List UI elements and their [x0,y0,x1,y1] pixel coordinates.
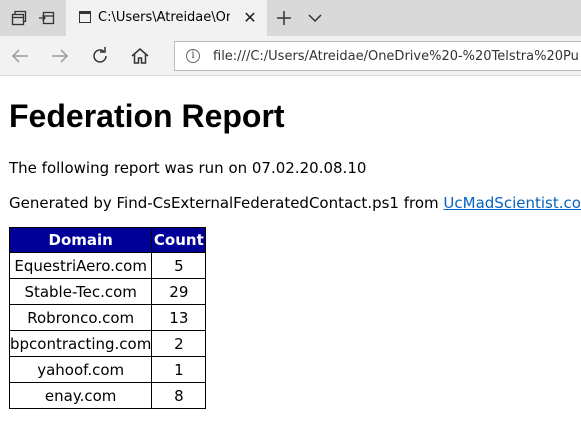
table-row: yahoof.com 1 [8,356,207,383]
address-url[interactable]: file:///C:/Users/Atreidae/OneDrive%20-%2… [213,48,579,66]
generated-by-text: Generated by Find-CsExternalFederatedCon… [9,193,581,213]
home-icon[interactable] [128,44,152,68]
table-row: enay.com 8 [8,382,207,409]
table-row: Stable-Tec.com 29 [8,278,207,305]
count-cell: 8 [151,382,207,409]
domain-cell: yahoof.com [8,356,153,383]
count-cell: 29 [151,278,207,305]
count-cell: 5 [151,252,207,279]
count-cell: 2 [151,330,207,357]
table-row: Robronco.com 13 [8,304,207,331]
count-cell: 1 [151,356,207,383]
active-tab[interactable]: C:\Users\Atreidae\OneDrive - Telstra Pur… [66,0,267,36]
tab-preview-icon[interactable] [10,9,28,27]
table-row: bpcontracting.com 2 [8,330,207,357]
domain-cell: bpcontracting.com [8,330,153,357]
domain-cell: Robronco.com [8,304,153,331]
close-icon[interactable]: ✕ [240,8,260,28]
domain-cell: EquestriAero.com [8,252,153,279]
count-cell: 13 [151,304,207,331]
tab-strip: C:\Users\Atreidae\OneDrive - Telstra Pur… [0,0,581,36]
plus-icon[interactable] [273,7,295,29]
info-icon[interactable]: i [186,49,200,63]
domain-cell: enay.com [8,382,153,409]
address-toolbar: i file:///C:/Users/Atreidae/OneDrive%20-… [0,36,581,76]
refresh-icon[interactable] [88,44,112,68]
tab-title: C:\Users\Atreidae\OneDrive - Telstra Pur… [98,10,230,25]
federation-table: Domain Count EquestriAero.com 5 Stable-T… [8,227,207,409]
page-icon [79,11,91,23]
header-count: Count [151,227,207,253]
domain-cell: Stable-Tec.com [8,278,153,305]
set-tabs-aside-icon[interactable] [38,9,56,27]
header-domain: Domain [8,227,153,253]
table-row: EquestriAero.com 5 [8,252,207,279]
forward-arrow-icon[interactable] [48,44,72,68]
address-bar[interactable]: i file:///C:/Users/Atreidae/OneDrive%20-… [174,41,581,71]
generated-by-prefix: Generated by Find-CsExternalFederatedCon… [9,194,444,212]
ucmadscientist-link[interactable]: UcMadScientist.com [443,194,581,212]
page-title: Federation Report [9,98,285,134]
back-arrow-icon[interactable] [8,44,32,68]
chevron-down-icon[interactable] [305,8,325,28]
table-header-row: Domain Count [8,227,207,253]
run-date-text: The following report was run on 07.02.20… [9,159,367,177]
